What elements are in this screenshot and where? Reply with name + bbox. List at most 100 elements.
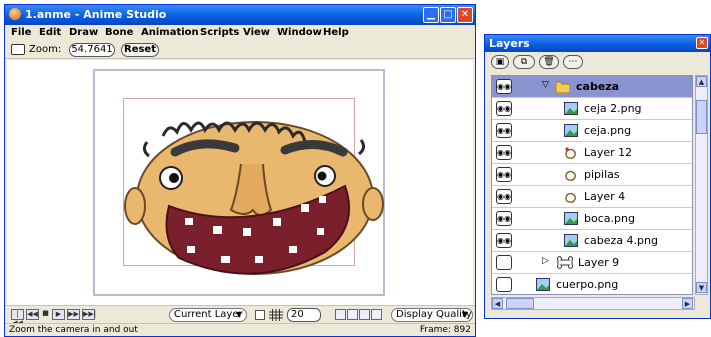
stop-icon: ■	[42, 309, 49, 317]
delete-layer-button[interactable]: 🗑	[539, 55, 559, 69]
window-title: 1.anme - Anime Studio	[25, 8, 167, 21]
layer-row-cabeza-4[interactable]: ◉◉ cabeza 4.png	[492, 230, 692, 252]
vector-layer-icon	[565, 192, 576, 203]
reset-button[interactable]: Reset	[121, 43, 159, 57]
vector-layer-icon	[565, 147, 576, 159]
delete-layer-icon: 🗑	[543, 57, 555, 67]
quad-view-icon[interactable]	[371, 309, 382, 320]
image-layer-icon	[564, 102, 578, 115]
layers-title-bar[interactable]: Layers ✕	[485, 35, 710, 52]
layer-row-layer-9[interactable]: ▷ Layer 9	[492, 252, 692, 274]
visibility-eye-icon[interactable]: ◉◉	[496, 189, 512, 204]
menu-animation[interactable]: Animation	[141, 27, 199, 38]
scroll-thumb[interactable]	[696, 100, 707, 134]
layer-name: boca.png	[584, 212, 635, 225]
folder-icon	[556, 81, 570, 93]
maximize-icon: □	[443, 9, 453, 20]
grid-size-input[interactable]: 20	[287, 308, 321, 322]
more-options-icon: ⋯	[568, 57, 578, 67]
menu-bone[interactable]: Bone	[105, 27, 133, 38]
layer-name: cuerpo.png	[556, 278, 619, 291]
scroll-up-icon[interactable]: ▲	[696, 76, 707, 87]
step-forward-button[interactable]: ▶▶	[67, 309, 80, 320]
layer-mode-select[interactable]: Current Layer ▼	[169, 308, 247, 322]
single-view-icon[interactable]	[335, 309, 346, 320]
menu-scripts[interactable]: Scripts	[200, 27, 239, 38]
visibility-toggle[interactable]	[496, 255, 512, 270]
new-layer-button[interactable]: ▣	[491, 55, 509, 69]
layer-name: pipilas	[584, 168, 620, 181]
status-message: Zoom the camera in and out	[9, 325, 138, 335]
minimize-icon: ▁	[427, 9, 435, 20]
layers-vertical-scrollbar[interactable]: ▲ ▼	[695, 75, 708, 295]
play-button[interactable]: ▶	[52, 309, 65, 320]
duplicate-layer-button[interactable]: ⧉	[513, 55, 535, 69]
main-window: 1.anme - Anime Studio ▁ □ ✕ File Edit Dr…	[4, 4, 476, 337]
title-bar[interactable]: 1.anme - Anime Studio ▁ □ ✕	[5, 5, 475, 25]
minimize-button[interactable]: ▁	[423, 7, 439, 23]
layer-row-layer-4[interactable]: ◉◉ Layer 4	[492, 186, 692, 208]
forward-end-button[interactable]: ▶▶|	[82, 309, 96, 320]
camera-zoom-icon[interactable]	[11, 44, 25, 55]
menu-help[interactable]: Help	[323, 27, 349, 38]
menu-bar: File Edit Draw Bone Animation Scripts Vi…	[5, 25, 475, 41]
visibility-eye-icon[interactable]: ◉◉	[496, 101, 512, 116]
layer-name: ceja.png	[584, 124, 632, 137]
visibility-toggle[interactable]	[496, 277, 512, 292]
image-layer-icon	[564, 212, 578, 225]
layer-row-boca[interactable]: ◉◉ boca.png	[492, 208, 692, 230]
expand-triangle-open-icon[interactable]: ▽	[542, 80, 549, 90]
layers-panel: Layers ✕ ▣ ⧉ 🗑 ⋯ ◉◉ ▽ cabeza ◉◉ ceja 2.p…	[484, 34, 711, 319]
frame-counter: Frame: 892	[419, 325, 471, 335]
close-icon: ✕	[460, 9, 470, 20]
step-back-button[interactable]: ◀◀	[26, 309, 39, 320]
visibility-eye-icon[interactable]: ◉◉	[496, 167, 512, 182]
visibility-eye-icon[interactable]: ◉◉	[496, 79, 512, 94]
scroll-thumb[interactable]	[506, 298, 534, 309]
split-horizontal-view-icon[interactable]	[359, 309, 370, 320]
layer-options-button[interactable]: ⋯	[563, 55, 583, 69]
new-layer-icon: ▣	[495, 57, 505, 67]
menu-edit[interactable]: Edit	[39, 27, 61, 38]
scroll-down-icon[interactable]: ▼	[696, 282, 707, 293]
layer-row-pipilas[interactable]: ◉◉ pipilas	[492, 164, 692, 186]
playback-bar: |◀◀ ◀◀ ■ ▶ ▶▶ ▶▶| Current Layer▼ 20 Disp…	[5, 305, 475, 327]
duplicate-layer-icon: ⧉	[520, 57, 528, 67]
layer-row-ceja-2[interactable]: ◉◉ ceja 2.png	[492, 98, 692, 120]
grid-checkbox[interactable]	[255, 310, 265, 320]
display-quality-select[interactable]: Display Quality ▼	[391, 308, 473, 322]
menu-view[interactable]: View	[243, 27, 270, 38]
layer-mode-value: Current Layer	[174, 309, 243, 320]
visibility-eye-icon[interactable]: ◉◉	[496, 233, 512, 248]
left-ear	[124, 187, 146, 225]
zoom-input[interactable]: 54.7641	[69, 43, 115, 57]
layer-name: cabeza 4.png	[584, 234, 658, 247]
maximize-button[interactable]: □	[440, 7, 456, 23]
right-ear	[362, 187, 384, 221]
layer-row-cuerpo[interactable]: cuerpo.png	[492, 274, 692, 294]
image-layer-icon	[564, 124, 578, 137]
visibility-eye-icon[interactable]: ◉◉	[496, 145, 512, 160]
menu-window[interactable]: Window	[277, 27, 322, 38]
scroll-left-icon[interactable]: ◀	[492, 298, 503, 309]
layer-row-ceja[interactable]: ◉◉ ceja.png	[492, 120, 692, 142]
menu-file[interactable]: File	[11, 27, 31, 38]
stop-button[interactable]: ■	[41, 309, 50, 320]
drawing-canvas[interactable]	[7, 60, 473, 305]
split-vertical-view-icon[interactable]	[347, 309, 358, 320]
layers-toolbar: ▣ ⧉ 🗑 ⋯	[485, 52, 710, 72]
layers-horizontal-scrollbar[interactable]: ◀ ▶	[491, 297, 695, 310]
layer-row-layer-12[interactable]: ◉◉ Layer 12	[492, 142, 692, 164]
layers-close-button[interactable]: ✕	[696, 37, 708, 49]
zoom-label: Zoom:	[29, 44, 62, 55]
expand-triangle-closed-icon[interactable]: ▷	[542, 256, 549, 266]
menu-draw[interactable]: Draw	[69, 27, 98, 38]
status-bar: Zoom the camera in and out Frame: 892	[5, 323, 475, 336]
close-icon: ✕	[698, 38, 706, 47]
scroll-right-icon[interactable]: ▶	[682, 298, 693, 309]
visibility-eye-icon[interactable]: ◉◉	[496, 123, 512, 138]
layer-row-cabeza[interactable]: ◉◉ ▽ cabeza	[492, 76, 692, 98]
visibility-eye-icon[interactable]: ◉◉	[496, 211, 512, 226]
close-button[interactable]: ✕	[457, 7, 473, 23]
rewind-button[interactable]: |◀◀	[11, 309, 24, 327]
